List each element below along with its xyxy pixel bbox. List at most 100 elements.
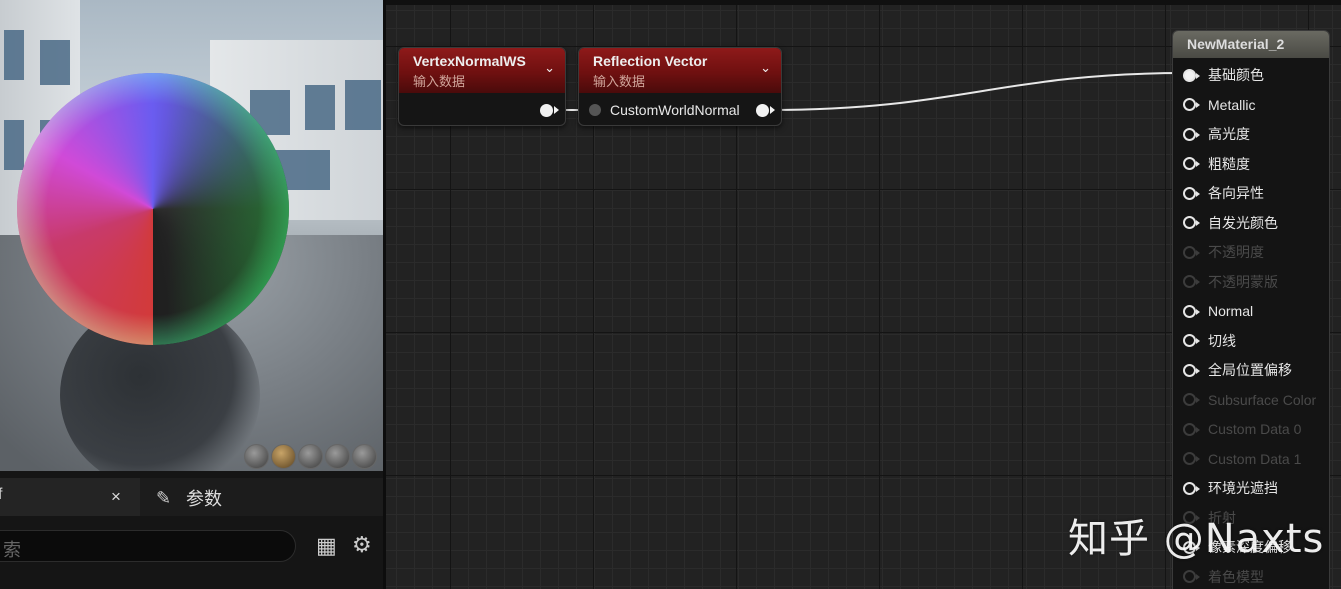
node-header[interactable]: Reflection Vector 输入数据 ⌄ [579,48,781,93]
search-input[interactable]: 索 [0,530,296,562]
node-title: VertexNormalWS [413,53,526,69]
pin-arrow-icon [1196,397,1200,403]
input-pin[interactable] [1183,363,1200,377]
pin-arrow-icon [770,106,775,114]
input-pin[interactable] [1183,127,1200,141]
preview-sphere [17,73,289,345]
pin-arrow-icon [1196,72,1200,79]
input-pin[interactable] [1183,157,1200,170]
output-pin[interactable] [540,104,553,117]
material-input-pin-row: Subsurface Color [1183,390,1316,410]
cut-off-row: … [0,578,14,589]
input-pin[interactable] [1183,216,1200,229]
material-input-pin-row: 不透明度 [1183,242,1264,262]
input-pin-label: Custom Data 1 [1208,450,1302,467]
pin-arrow-icon [1196,367,1200,374]
preview-mesh-toolbar [244,444,377,469]
chevron-down-icon[interactable]: ⌄ [760,60,771,76]
input-pin [1183,452,1200,465]
node-vertexnormalws[interactable]: VertexNormalWS 输入数据 ⌄ [398,47,566,126]
input-pin[interactable] [1183,68,1200,82]
node-subtitle: 输入数据 [413,74,466,89]
material-input-pin-row[interactable]: 基础颜色 [1183,65,1264,85]
material-input-pin-row[interactable]: 各向异性 [1183,183,1264,203]
node-subtitle: 输入数据 [593,74,646,89]
cylinder-icon[interactable] [244,444,269,469]
pin-arrow-icon [1196,485,1200,492]
input-pin[interactable] [1183,334,1200,347]
input-pin [1183,393,1200,406]
material-preview-viewport[interactable] [0,0,383,471]
input-pin-label: 粗糙度 [1208,155,1250,172]
graph-top-edge [386,0,1341,5]
output-pin[interactable] [756,104,769,117]
input-pin-label: CustomWorldNormal [610,102,740,118]
material-input-pin-row[interactable]: 高光度 [1183,124,1250,144]
material-node-title[interactable]: NewMaterial_2 [1173,31,1329,58]
input-pin[interactable] [1183,481,1200,495]
input-pin[interactable] [1183,186,1200,200]
details-search-row: 索 ▦ ⚙ [0,522,383,570]
material-input-pin-row[interactable]: 自发光颜色 [1183,213,1278,233]
input-pin-label: 切线 [1208,332,1236,349]
pin-arrow-icon [1196,102,1200,108]
tab-parameters[interactable]: ✎ 参数 [156,485,222,511]
cube-icon[interactable] [325,444,350,469]
tab-details-label: f [0,486,3,503]
input-pin-label: 全局位置偏移 [1208,362,1292,378]
pin-arrow-icon [1196,338,1200,344]
watermark: 知乎 @Naxts [1068,516,1325,562]
material-input-pin-row[interactable]: 粗糙度 [1183,154,1250,174]
input-pin-label: Subsurface Color [1208,391,1317,408]
tab-details[interactable]: f × [0,478,140,516]
pin-arrow-icon [1196,190,1200,197]
pin-arrow-icon [1196,456,1200,462]
material-input-pin-row[interactable]: Metallic [1183,95,1255,115]
pin-arrow-icon [1196,220,1200,226]
input-pin-label: Custom Data 0 [1208,421,1302,437]
custom-mesh-icon[interactable] [352,444,377,469]
pin-arrow-icon [554,106,559,114]
input-pin[interactable] [1183,304,1200,318]
material-input-pin-row[interactable]: 切线 [1183,331,1236,351]
edit-pencil-icon: ✎ [156,488,172,508]
material-input-pin-row[interactable]: 全局位置偏移 [1183,360,1292,380]
input-pin[interactable] [1183,98,1200,111]
input-pin-label: 不透明度 [1208,244,1264,260]
input-pin [1183,570,1200,583]
material-input-pin-row[interactable]: Normal [1183,301,1253,321]
input-pin-label: 自发光颜色 [1208,214,1278,231]
details-tabbar: f × ✎ 参数 [0,478,383,516]
table-view-icon[interactable]: ▦ [316,534,340,558]
input-pin [1183,422,1200,436]
pin-arrow-icon [1196,308,1200,315]
left-panel: f × ✎ 参数 索 ▦ ⚙ … [0,0,383,589]
node-header[interactable]: VertexNormalWS 输入数据 ⌄ [399,48,565,93]
gear-icon[interactable]: ⚙ [352,533,376,557]
input-pin-label: Normal [1208,303,1254,319]
input-pin [1183,275,1200,288]
material-input-pin-row: Custom Data 0 [1183,419,1301,439]
node-reflection-vector[interactable]: Reflection Vector 输入数据 ⌄ CustomWorldNorm… [578,47,782,126]
input-pin-label: 各向异性 [1208,185,1264,201]
pin-arrow-icon [1196,426,1200,433]
input-pin[interactable] [589,104,601,116]
sphere-icon[interactable] [271,444,296,469]
material-input-pin-row: 不透明蒙版 [1183,272,1278,292]
node-title: Reflection Vector [593,53,708,69]
chevron-down-icon[interactable]: ⌄ [544,60,555,76]
tab-parameters-label: 参数 [186,489,222,509]
input-pin-label: 环境光遮挡 [1208,480,1278,496]
plane-icon[interactable] [298,444,323,469]
input-pin [1183,245,1200,259]
pin-arrow-icon [1196,574,1200,580]
input-pin-label: 高光度 [1208,126,1250,142]
material-input-pin-row: 着色模型 [1183,567,1264,587]
pin-arrow-icon [1196,161,1200,167]
input-pin-label: Metallic [1208,96,1256,113]
material-input-pin-row[interactable]: 环境光遮挡 [1183,478,1278,498]
material-input-pin-row: Custom Data 1 [1183,449,1301,469]
close-icon[interactable]: × [111,487,121,507]
pin-arrow-icon [1196,249,1200,256]
pin-arrow-icon [1196,131,1200,138]
